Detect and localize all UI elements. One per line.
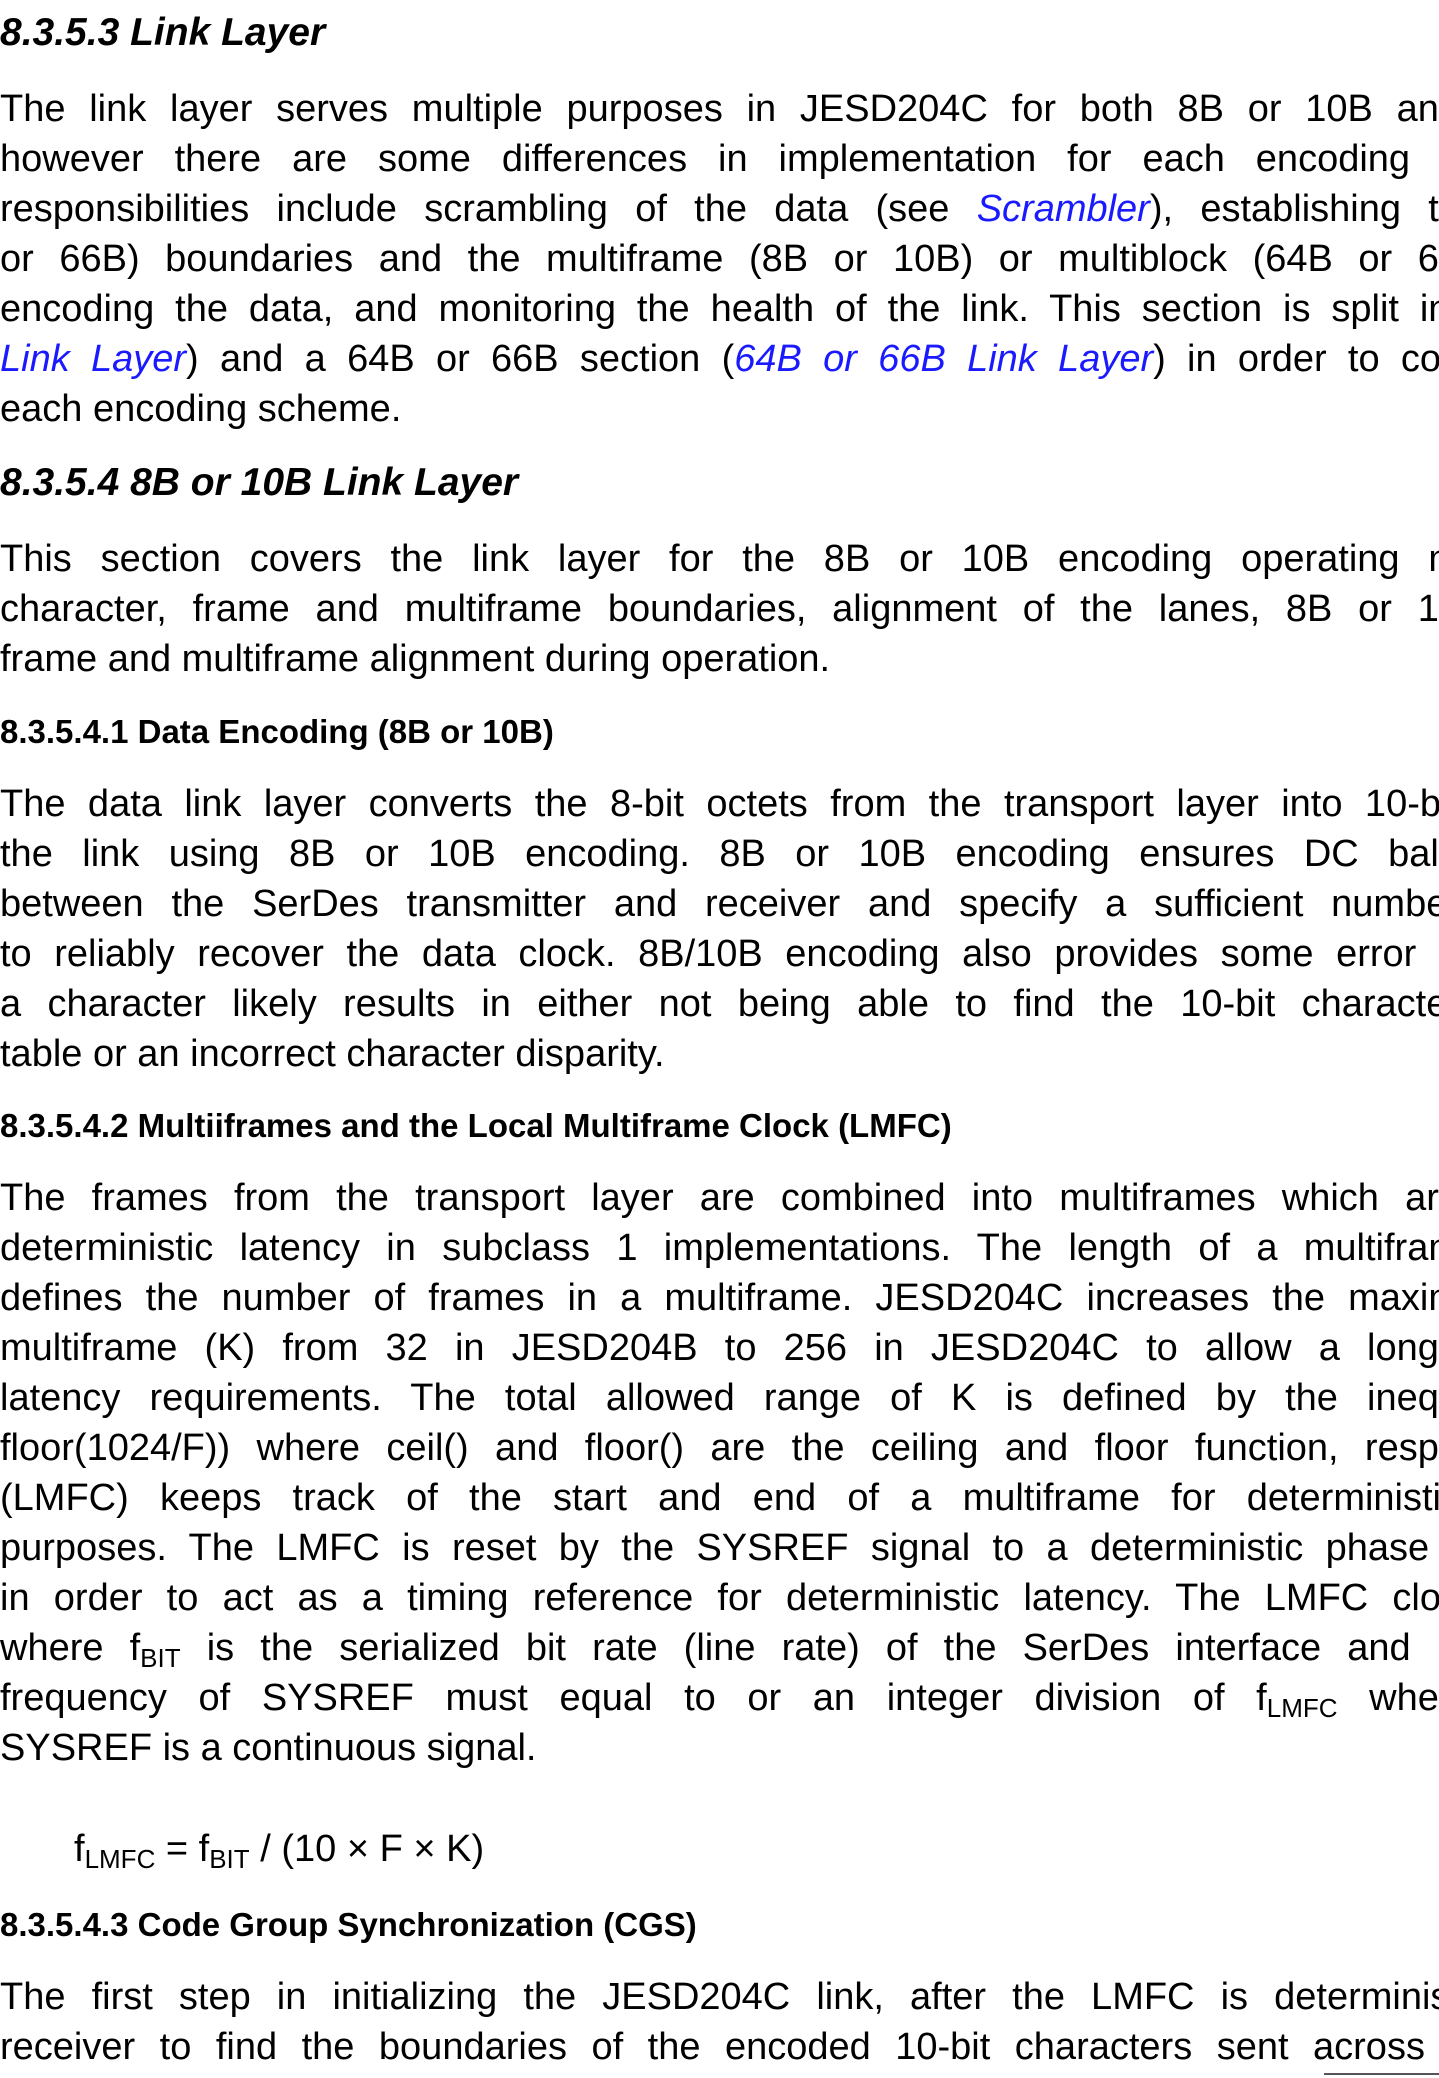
text-run: ) in order to cov [1153, 338, 1439, 380]
text-run: frequency of SYSREF must equal to or an … [0, 1677, 1267, 1719]
64b-66b-link-layer-link[interactable]: 64B or 66B Link Layer [734, 338, 1153, 380]
equation-symbol: = f [155, 1828, 210, 1870]
text-line: character, frame and multiframe boundari… [0, 588, 1439, 630]
text-line: multiframe (K) from 32 in JESD204B to 25… [0, 1327, 1439, 1369]
text-line: frequency of SYSREF must equal to or an … [0, 1673, 1439, 1723]
text-line: Link Layer) and a 64B or 66B section (64… [0, 334, 1439, 384]
lmfc-equation: fLMFC = fBIT / (10 × F × K) [74, 1824, 484, 1874]
equation-symbol: f [74, 1828, 85, 1870]
paragraph-data-encoding: The data link layer converts the 8-bit o… [0, 779, 1439, 1079]
text-line: a character likely results in either not… [0, 983, 1439, 1025]
heading-multiframes-lmfc: 8.3.5.4.2 Multiiframes and the Local Mul… [0, 1107, 952, 1144]
text-line: deterministic latency in subclass 1 impl… [0, 1227, 1439, 1269]
text-run: ), establishing th [1149, 188, 1439, 230]
text-run: is the serialized bit rate (line rate) o… [180, 1627, 1439, 1669]
paragraph-8b10b-link-layer: This section covers the link layer for t… [0, 534, 1439, 684]
text-line: where fBIT is the serialized bit rate (l… [0, 1623, 1439, 1673]
text-line: encoding the data, and monitoring the he… [0, 288, 1439, 330]
text-line: The data link layer converts the 8-bit o… [0, 783, 1439, 825]
text-line: responsibilities include scrambling of t… [0, 184, 1439, 234]
text-run: where f [0, 1627, 141, 1669]
heading-8b10b-link-layer: 8.3.5.4 8B or 10B Link Layer [0, 461, 519, 504]
text-run: ) and a 64B or 66B section ( [186, 338, 735, 380]
paragraph-cgs: The first step in initializing the JESD2… [0, 1972, 1439, 2072]
text-line: however there are some differences in im… [0, 138, 1439, 180]
heading-link-layer: 8.3.5.3 Link Layer [0, 11, 326, 54]
text-line: between the SerDes transmitter and recei… [0, 883, 1439, 925]
text-line: latency requirements. The total allowed … [0, 1377, 1439, 1419]
text-line: the link using 8B or 10B encoding. 8B or… [0, 833, 1439, 875]
equation-symbol: / (10 × F × K) [249, 1828, 485, 1870]
text-line: receiver to find the boundaries of the e… [0, 2026, 1439, 2068]
text-line: purposes. The LMFC is reset by the SYSRE… [0, 1527, 1439, 1569]
subscript-bit: BIT [140, 1643, 181, 1673]
subscript-lmfc: LMFC [1266, 1693, 1338, 1723]
text-line: This section covers the link layer for t… [0, 538, 1439, 580]
equation-subscript-bit: BIT [209, 1844, 250, 1874]
link-layer-link[interactable]: Link Layer [0, 338, 186, 380]
text-line: The link layer serves multiple purposes … [0, 88, 1439, 130]
text-line: (LMFC) keeps track of the start and end … [0, 1477, 1439, 1519]
document-page: 8.3.5.3 Link Layer The link layer serves… [0, 0, 1439, 2078]
text-line: defines the number of frames in a multif… [0, 1277, 1439, 1319]
text-line: The frames from the transport layer are … [0, 1177, 1439, 1219]
text-line: floor(1024/F)) where ceil() and floor() … [0, 1427, 1439, 1469]
text-line: to reliably recover the data clock. 8B/1… [0, 933, 1439, 975]
text-line: each encoding scheme. [0, 388, 402, 430]
heading-data-encoding: 8.3.5.4.1 Data Encoding (8B or 10B) [0, 713, 554, 750]
text-line: SYSREF is a continuous signal. [0, 1727, 537, 1769]
text-line: frame and multiframe alignment during op… [0, 638, 831, 680]
text-run: responsibilities include scrambling of t… [0, 188, 977, 230]
equation-subscript-lmfc: LMFC [84, 1844, 156, 1874]
scrambler-link[interactable]: Scrambler [977, 188, 1150, 230]
paragraph-link-layer: The link layer serves multiple purposes … [0, 84, 1439, 434]
text-line: The first step in initializing the JESD2… [0, 1976, 1439, 2018]
text-line: or 66B) boundaries and the multiframe (8… [0, 238, 1439, 280]
paragraph-multiframes-lmfc: The frames from the transport layer are … [0, 1173, 1439, 1773]
text-run: when [1369, 1677, 1439, 1719]
text-line: table or an incorrect character disparit… [0, 1033, 665, 1075]
footer-rule [1324, 2073, 1439, 2075]
heading-cgs: 8.3.5.4.3 Code Group Synchronization (CG… [0, 1906, 697, 1943]
text-line: in order to act as a timing reference fo… [0, 1577, 1439, 1619]
